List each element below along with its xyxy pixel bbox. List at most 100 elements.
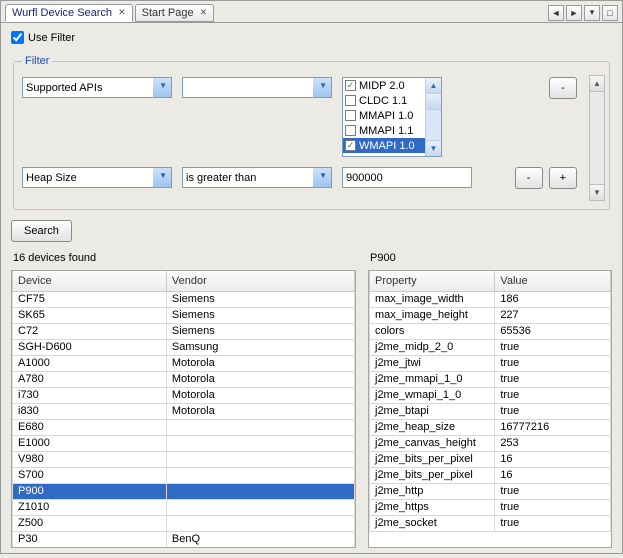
table-cell: Z1010 xyxy=(13,499,167,515)
table-row[interactable]: j2me_bits_per_pixel16 xyxy=(370,451,611,467)
remove-filter-button[interactable]: - xyxy=(515,167,543,189)
table-cell: Siemens xyxy=(166,291,354,307)
table-cell: Motorola xyxy=(166,387,354,403)
table-cell xyxy=(166,515,354,531)
tab-next-button[interactable]: ► xyxy=(566,5,582,21)
table-row[interactable]: Z1010 xyxy=(13,499,355,515)
table-row[interactable]: A1000Motorola xyxy=(13,355,355,371)
filter-operator-select[interactable] xyxy=(182,77,332,98)
table-row[interactable]: SK65Siemens xyxy=(13,307,355,323)
table-cell: colors xyxy=(370,323,495,339)
tab-start-page[interactable]: Start Page ✕ xyxy=(135,4,215,22)
api-listbox[interactable]: ✓MIDP 2.0CLDC 1.1MMAPI 1.0MMAPI 1.1✓WMAP… xyxy=(342,77,442,157)
filter-value-input[interactable] xyxy=(342,167,472,188)
table-row[interactable]: A780Motorola xyxy=(13,371,355,387)
table-row[interactable]: V980 xyxy=(13,451,355,467)
scroll-thumb[interactable] xyxy=(426,94,441,110)
table-cell: max_image_height xyxy=(370,307,495,323)
table-cell: Motorola xyxy=(166,371,354,387)
tab-wurfl-device-search[interactable]: Wurfl Device Search ✕ xyxy=(5,4,133,22)
results: 16 devices found DeviceVendorCF75Siemens… xyxy=(11,248,612,548)
listbox-item-label: MMAPI 1.1 xyxy=(359,125,413,137)
table-row[interactable]: P900 xyxy=(13,483,355,499)
table-cell xyxy=(166,467,354,483)
tab-controls: ◄ ► ▾ □ xyxy=(548,5,618,21)
table-row[interactable]: i730Motorola xyxy=(13,387,355,403)
checkbox-icon[interactable]: ✓ xyxy=(345,140,356,151)
scroll-up-icon[interactable]: ▲ xyxy=(426,78,441,94)
column-header[interactable]: Property xyxy=(370,271,495,291)
properties-title: P900 xyxy=(370,252,612,264)
table-cell: j2me_http xyxy=(370,483,495,499)
filter-field-select[interactable]: Supported APIs xyxy=(22,77,172,98)
checkbox-icon[interactable] xyxy=(345,110,356,121)
filter-operator-select[interactable]: is greater than xyxy=(182,167,332,188)
column-header[interactable]: Device xyxy=(13,271,167,291)
checkbox-icon[interactable] xyxy=(345,125,356,136)
table-row[interactable]: max_image_height227 xyxy=(370,307,611,323)
table-row[interactable]: E1000 xyxy=(13,435,355,451)
close-icon[interactable]: ✕ xyxy=(118,7,126,18)
table-cell: 186 xyxy=(495,291,611,307)
devices-grid[interactable]: DeviceVendorCF75SiemensSK65SiemensC72Sie… xyxy=(11,270,356,548)
table-row[interactable]: C72Siemens xyxy=(13,323,355,339)
table-row[interactable]: j2me_sockettrue xyxy=(370,515,611,531)
table-row[interactable]: j2me_bits_per_pixel16 xyxy=(370,467,611,483)
column-header[interactable]: Value xyxy=(495,271,611,291)
table-row[interactable]: S700 xyxy=(13,467,355,483)
table-row[interactable]: i830Motorola xyxy=(13,403,355,419)
table-row[interactable]: j2me_heap_size16777216 xyxy=(370,419,611,435)
table-cell: Samsung xyxy=(166,339,354,355)
filter-scrollbar[interactable]: ▲ ▼ xyxy=(589,75,605,201)
table-cell: j2me_mmapi_1_0 xyxy=(370,371,495,387)
table-row[interactable]: j2me_canvas_height253 xyxy=(370,435,611,451)
table-cell: A1000 xyxy=(13,355,167,371)
table-row[interactable]: max_image_width186 xyxy=(370,291,611,307)
tab-label: Start Page xyxy=(142,7,194,19)
table-row[interactable]: j2me_wmapi_1_0true xyxy=(370,387,611,403)
table-row[interactable]: CF75Siemens xyxy=(13,291,355,307)
tab-label: Wurfl Device Search xyxy=(12,7,112,19)
use-filter-checkbox[interactable]: Use Filter xyxy=(11,31,75,44)
table-row[interactable]: j2me_mmapi_1_0true xyxy=(370,371,611,387)
tab-menu-button[interactable]: ▾ xyxy=(584,5,600,21)
table-row[interactable]: E680 xyxy=(13,419,355,435)
filter-row-2: Heap Size is greater than - + xyxy=(22,167,577,189)
table-row[interactable]: colors65536 xyxy=(370,323,611,339)
column-header[interactable]: Vendor xyxy=(166,271,354,291)
properties-grid[interactable]: PropertyValuemax_image_width186max_image… xyxy=(368,270,612,548)
use-filter-input[interactable] xyxy=(11,31,24,44)
remove-filter-button[interactable]: - xyxy=(549,77,577,99)
table-row[interactable]: j2me_btapitrue xyxy=(370,403,611,419)
table-cell: Motorola xyxy=(166,403,354,419)
table-row[interactable]: Z500 xyxy=(13,515,355,531)
filter-field-select[interactable]: Heap Size xyxy=(22,167,172,188)
search-button[interactable]: Search xyxy=(11,220,72,242)
tab-prev-button[interactable]: ◄ xyxy=(548,5,564,21)
table-cell: j2me_jtwi xyxy=(370,355,495,371)
table-row[interactable]: j2me_httpstrue xyxy=(370,499,611,515)
scroll-down-icon[interactable]: ▼ xyxy=(426,140,441,156)
table-cell: true xyxy=(495,403,611,419)
add-filter-button[interactable]: + xyxy=(549,167,577,189)
table-cell: SGH-D600 xyxy=(13,339,167,355)
table-row[interactable]: j2me_jtwitrue xyxy=(370,355,611,371)
filter-legend: Filter xyxy=(22,55,52,67)
table-row[interactable]: P30BenQ xyxy=(13,531,355,547)
devices-count: 16 devices found xyxy=(13,252,356,264)
listbox-scrollbar[interactable]: ▲ ▼ xyxy=(425,78,441,156)
scroll-up-icon[interactable]: ▲ xyxy=(590,76,604,92)
table-cell: Z500 xyxy=(13,515,167,531)
table-row[interactable]: SGH-D600Samsung xyxy=(13,339,355,355)
table-cell: 16 xyxy=(495,467,611,483)
table-row[interactable]: j2me_midp_2_0true xyxy=(370,339,611,355)
table-cell: j2me_midp_2_0 xyxy=(370,339,495,355)
table-cell xyxy=(166,451,354,467)
table-cell: i730 xyxy=(13,387,167,403)
scroll-down-icon[interactable]: ▼ xyxy=(590,184,604,200)
checkbox-icon[interactable] xyxy=(345,95,356,106)
close-icon[interactable]: ✕ xyxy=(200,7,208,18)
table-row[interactable]: j2me_httptrue xyxy=(370,483,611,499)
checkbox-icon[interactable]: ✓ xyxy=(345,80,356,91)
maximize-button[interactable]: □ xyxy=(602,5,618,21)
